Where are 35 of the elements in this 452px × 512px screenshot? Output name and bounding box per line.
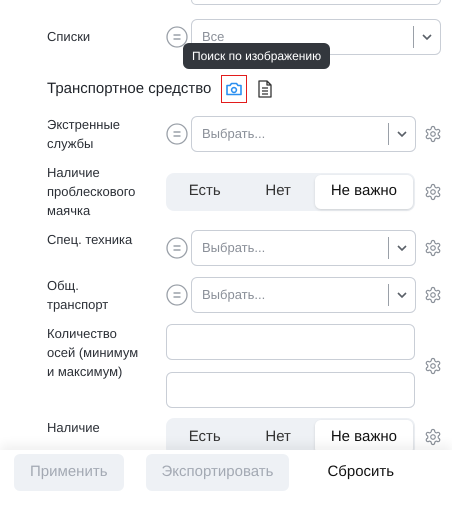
filter-label: Общ. транспорт — [47, 277, 110, 314]
section-title: Транспортное средство — [47, 78, 212, 99]
settings-icon[interactable] — [424, 357, 442, 375]
settings-icon[interactable] — [424, 286, 442, 304]
segment-option[interactable]: Не важно — [314, 420, 413, 450]
select-placeholder: Выбрать... — [202, 125, 266, 144]
segment-option[interactable]: Не важно — [314, 174, 413, 208]
settings-icon[interactable] — [424, 182, 442, 200]
camera-button[interactable] — [221, 75, 248, 103]
minimum-input[interactable] — [166, 324, 415, 360]
filter-label: Наличие — [47, 419, 101, 437]
segment-option[interactable]: Нет — [241, 174, 315, 208]
camera-icon — [225, 81, 244, 97]
chevron-down-icon[interactable] — [396, 291, 408, 299]
filter-label: Экстренные службы — [47, 116, 122, 153]
filter-label: Количество осей (минимум и максимум) — [47, 325, 139, 381]
input-field[interactable] — [191, 0, 441, 5]
maximum-input[interactable] — [166, 372, 415, 408]
segment-option[interactable]: Есть — [168, 420, 242, 450]
filter-label: Спец. техника — [47, 231, 134, 249]
equals-icon[interactable] — [166, 26, 188, 48]
settings-icon[interactable] — [424, 428, 442, 446]
segment-option[interactable]: Нет — [241, 420, 315, 450]
select-placeholder: Выбрать... — [202, 286, 266, 304]
chevron-down-icon[interactable] — [396, 130, 408, 138]
filter-label: Списки — [47, 28, 92, 46]
tooltip: Поиск по изображению — [183, 43, 330, 69]
document-icon[interactable] — [257, 80, 274, 98]
settings-icon[interactable] — [424, 239, 442, 257]
chevron-down-icon[interactable] — [421, 33, 433, 41]
segment-option[interactable]: Есть — [168, 174, 242, 208]
chevron-down-icon[interactable] — [396, 244, 408, 252]
select-placeholder: Выбрать... — [202, 239, 266, 258]
settings-icon[interactable] — [424, 125, 442, 143]
filter-label: Наличие проблескового маячка — [47, 164, 136, 220]
